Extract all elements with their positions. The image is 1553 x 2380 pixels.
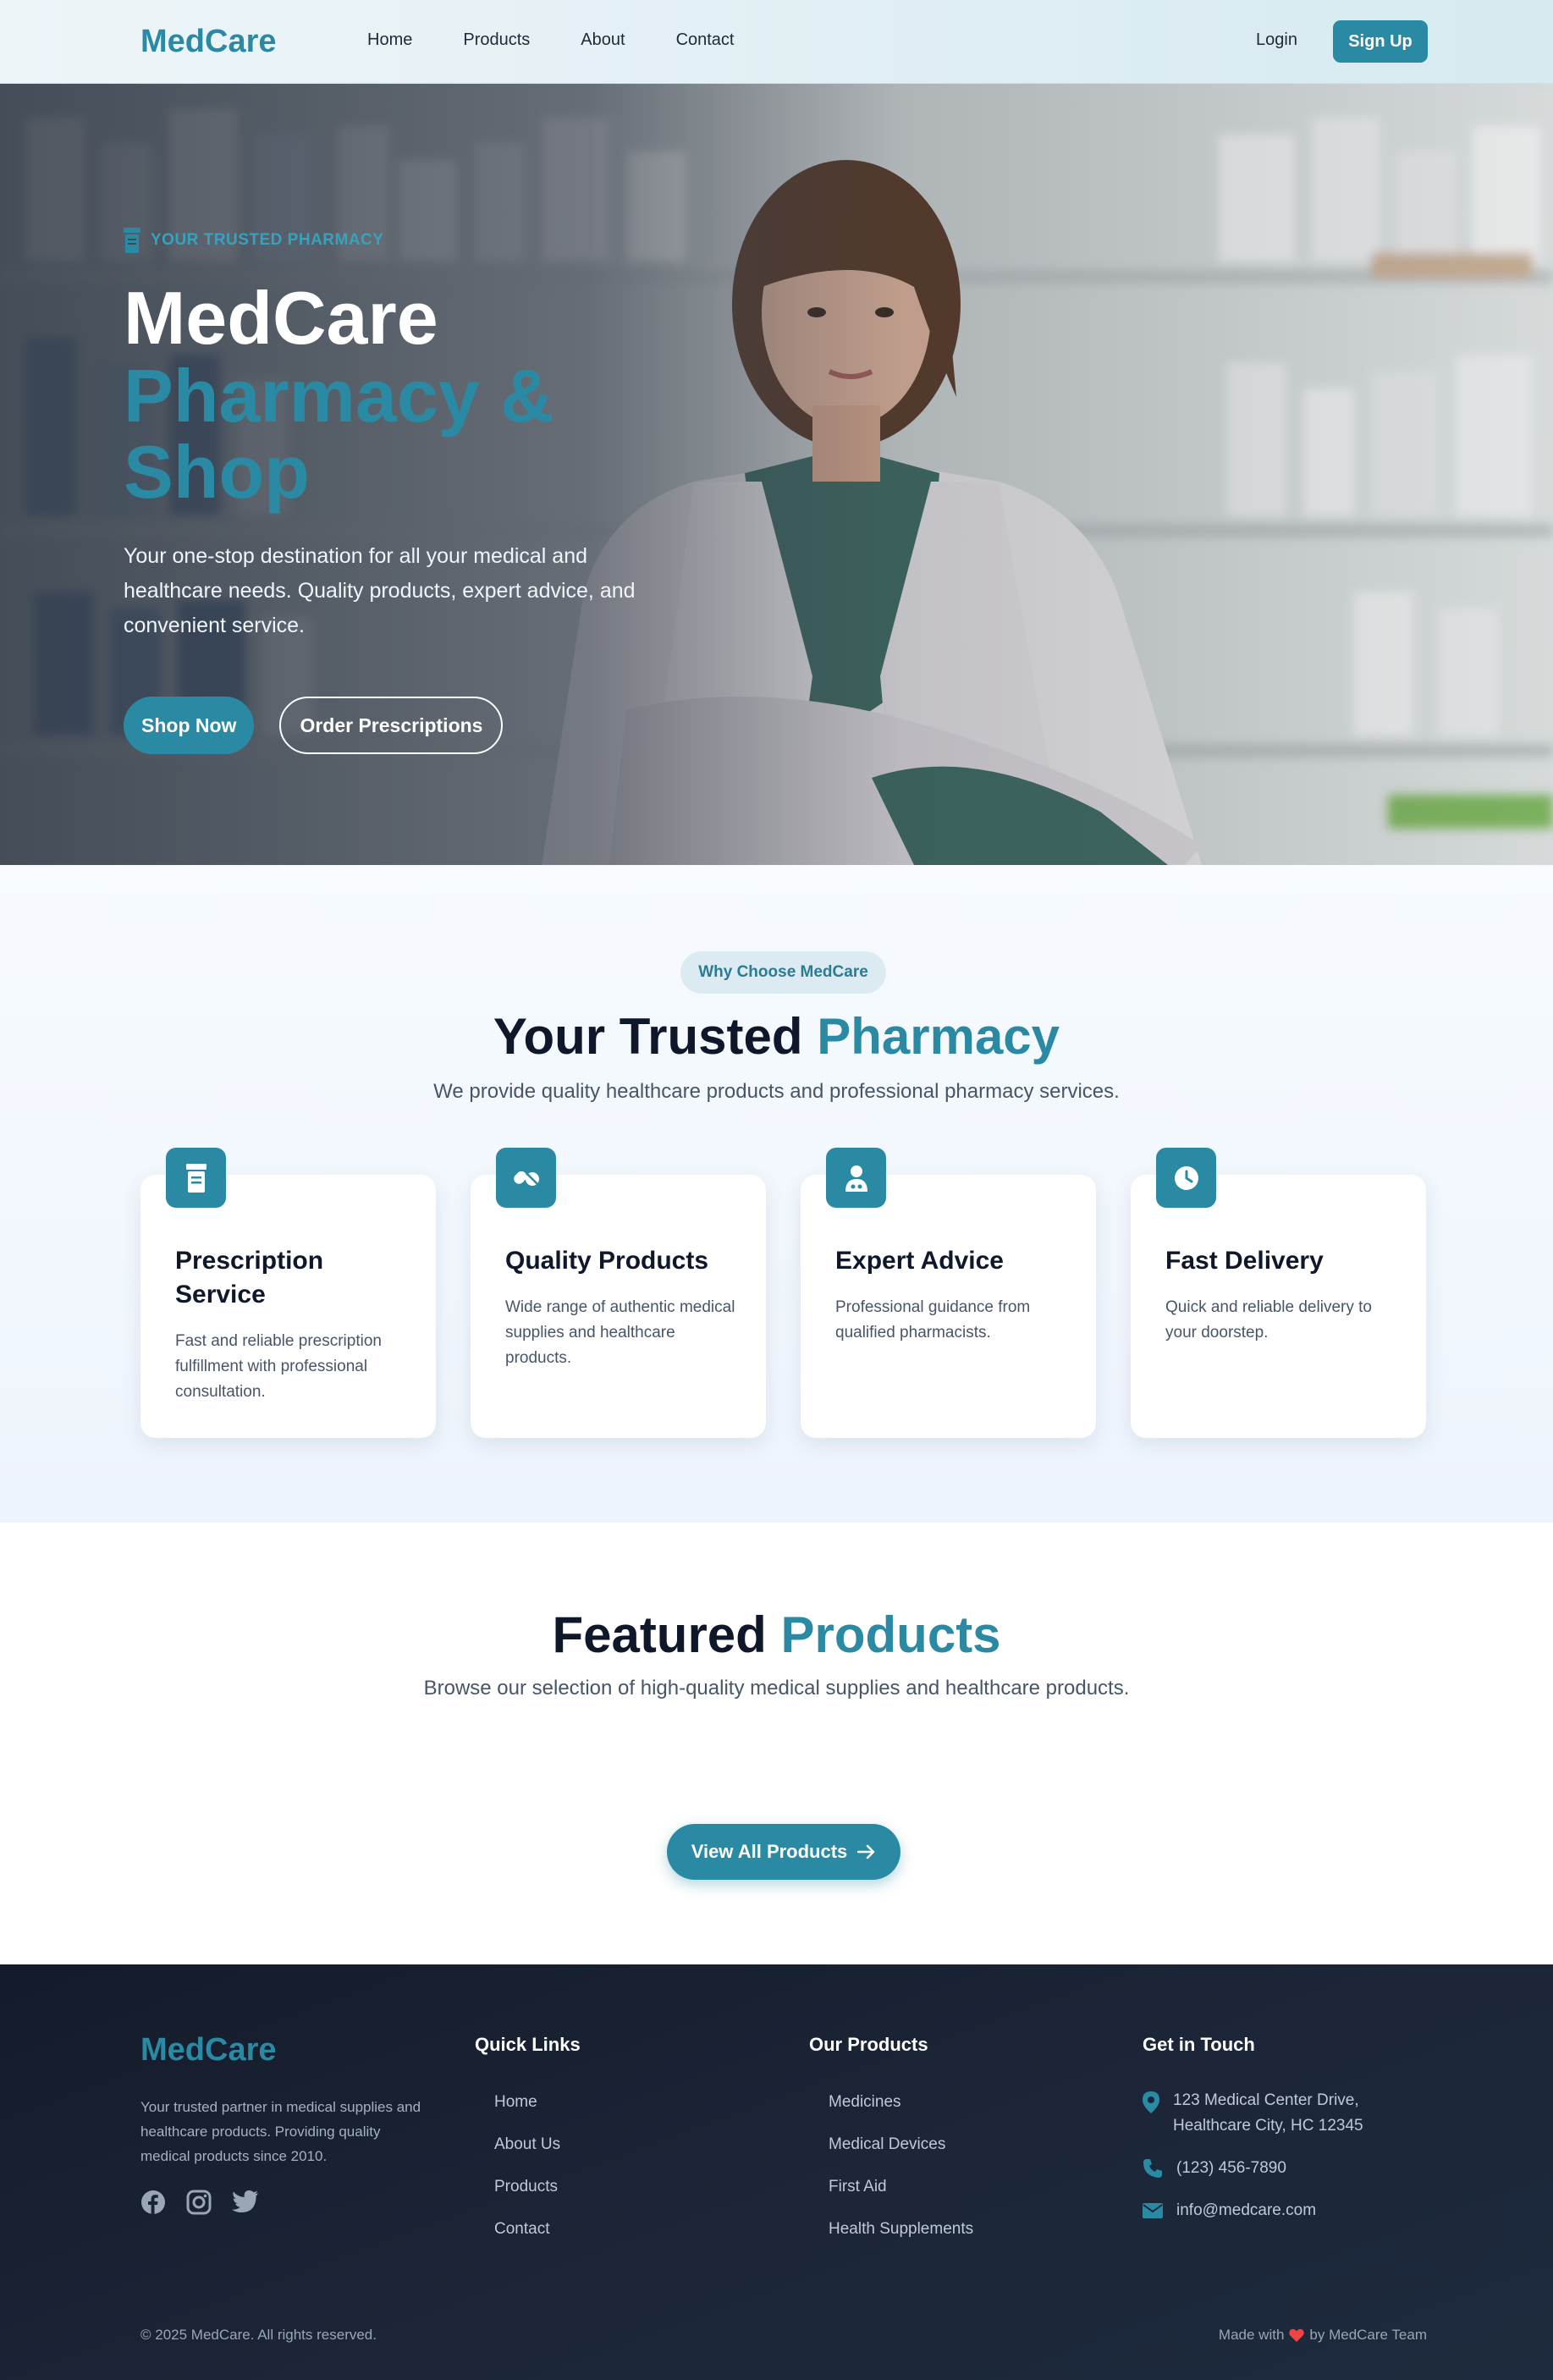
shop-now-button[interactable]: Shop Now (124, 697, 255, 754)
nav-link-home[interactable]: Home (367, 30, 412, 50)
feature-card-quality: Quality Products Wide range of authentic… (471, 1148, 766, 1438)
footer-logo[interactable]: MedCare (140, 2032, 277, 2069)
feature-card-expert: Expert Advice Professional guidance from… (801, 1148, 1096, 1438)
top-navbar: MedCare Home Products About Contact Logi… (0, 0, 1553, 84)
phone-number[interactable]: (123) 456-7890 (1176, 2156, 1286, 2181)
footer-product-supplements[interactable]: Health Supplements (829, 2217, 973, 2241)
card-description: Wide range of authentic medical supplies… (505, 1298, 735, 1367)
hero-title-line3: Shop (124, 430, 310, 514)
pills-icon (513, 1171, 539, 1186)
clock-icon (1174, 1165, 1198, 1190)
card-description: Professional guidance from qualified pha… (835, 1298, 1031, 1342)
envelope-icon (1143, 2203, 1163, 2218)
social-links (140, 2190, 259, 2215)
prescription-bottle-icon (185, 1163, 207, 1193)
featured-title-plain: Featured (552, 1606, 767, 1663)
contact-info: 123 Medical Center Drive, Healthcare Cit… (1143, 2088, 1363, 2240)
feature-card-prescription: Prescription Service Fast and reliable p… (140, 1148, 436, 1438)
hero-description: Your one-stop destination for all your m… (124, 544, 636, 637)
hero-content: YOUR TRUSTED PHARMACY MedCare Pharmacy &… (124, 228, 665, 643)
why-title-plain: Your Trusted (493, 1008, 803, 1065)
instagram-icon[interactable] (186, 2190, 212, 2215)
phone-icon (1143, 2159, 1162, 2178)
featured-products-section: Featured Products Browse our selection o… (0, 1523, 1553, 1964)
featured-title: Featured Products (0, 1606, 1553, 1664)
login-link[interactable]: Login (1256, 30, 1297, 50)
card-title: Quality Products (505, 1247, 709, 1275)
featured-title-accent: Products (780, 1606, 1001, 1663)
email-address[interactable]: info@medcare.com (1176, 2198, 1316, 2223)
contact-address: 123 Medical Center Drive, Healthcare Cit… (1143, 2088, 1363, 2139)
hero-title-line2: Pharmacy & (124, 354, 554, 438)
card-description: Fast and reliable prescription fulfillme… (175, 1332, 382, 1401)
made-with-suffix: by MedCare Team (1309, 2327, 1427, 2343)
why-title-accent: Pharmacy (817, 1008, 1060, 1065)
map-pin-icon (1143, 2091, 1159, 2113)
feature-card-delivery: Fast Delivery Quick and reliable deliver… (1131, 1148, 1426, 1438)
nav-link-about[interactable]: About (581, 30, 625, 50)
card-description: Quick and reliable delivery to your door… (1165, 1298, 1372, 1342)
brand-logo[interactable]: MedCare (140, 24, 277, 60)
contact-email: info@medcare.com (1143, 2198, 1363, 2223)
card-title: Expert Advice (835, 1247, 1004, 1275)
contact-phone: (123) 456-7890 (1143, 2156, 1363, 2181)
card-title: Fast Delivery (1165, 1247, 1324, 1275)
get-in-touch-title: Get in Touch (1143, 2034, 1255, 2055)
footer-link-home[interactable]: Home (494, 2090, 560, 2114)
footer-product-devices[interactable]: Medical Devices (829, 2132, 973, 2157)
prescription-bottle-icon (124, 228, 140, 253)
address-line-1: 123 Medical Center Drive, (1173, 2091, 1359, 2109)
hero-eyebrow: YOUR TRUSTED PHARMACY (124, 228, 665, 253)
main-nav: Home Products About Contact (367, 30, 735, 50)
hero-eyebrow-text: YOUR TRUSTED PHARMACY (151, 231, 384, 249)
section-badge: Why Choose MedCare (680, 951, 886, 994)
site-footer: MedCare Your trusted partner in medical … (0, 1964, 1553, 2380)
copyright: © 2025 MedCare. All rights reserved. (140, 2327, 377, 2343)
our-products-title: Our Products (809, 2034, 928, 2055)
footer-about: Your trusted partner in medical supplies… (140, 2099, 421, 2164)
nav-link-contact[interactable]: Contact (676, 30, 735, 50)
made-with-prefix: Made with (1218, 2327, 1285, 2343)
why-choose-section: Why Choose MedCare Your Trusted Pharmacy… (0, 865, 1553, 1523)
card-title: Prescription Service (175, 1247, 324, 1308)
featured-subtitle: Browse our selection of high-quality med… (423, 1677, 1130, 1700)
footer-link-products[interactable]: Products (494, 2174, 560, 2199)
view-all-products-button[interactable]: View All Products (667, 1824, 900, 1880)
why-subtitle: We provide quality healthcare products a… (433, 1080, 1120, 1103)
quick-links-list: Home About Us Products Contact (494, 2090, 560, 2241)
footer-product-first-aid[interactable]: First Aid (829, 2174, 973, 2199)
footer-product-medicines[interactable]: Medicines (829, 2090, 973, 2114)
hero-section: YOUR TRUSTED PHARMACY MedCare Pharmacy &… (0, 84, 1553, 865)
hero-title-brand: MedCare (124, 276, 438, 360)
hero-actions: Shop Now Order Prescriptions (124, 697, 504, 754)
heart-icon (1289, 2328, 1305, 2342)
twitter-icon[interactable] (232, 2190, 259, 2213)
facebook-icon[interactable] (140, 2190, 166, 2215)
our-products-list: Medicines Medical Devices First Aid Heal… (829, 2090, 973, 2241)
arrow-right-icon (857, 1844, 875, 1859)
view-all-label: View All Products (691, 1841, 848, 1862)
address-line-2: Healthcare City, HC 12345 (1173, 2117, 1363, 2135)
footer-link-about[interactable]: About Us (494, 2132, 560, 2157)
doctor-icon (845, 1165, 867, 1192)
made-with-credit: Made with by MedCare Team (1219, 2327, 1427, 2344)
nav-link-products[interactable]: Products (463, 30, 530, 50)
why-title: Your Trusted Pharmacy (0, 1007, 1553, 1066)
footer-link-contact[interactable]: Contact (494, 2217, 560, 2241)
signup-button[interactable]: Sign Up (1333, 20, 1428, 63)
order-prescriptions-button[interactable]: Order Prescriptions (279, 697, 504, 754)
quick-links-title: Quick Links (475, 2034, 581, 2055)
